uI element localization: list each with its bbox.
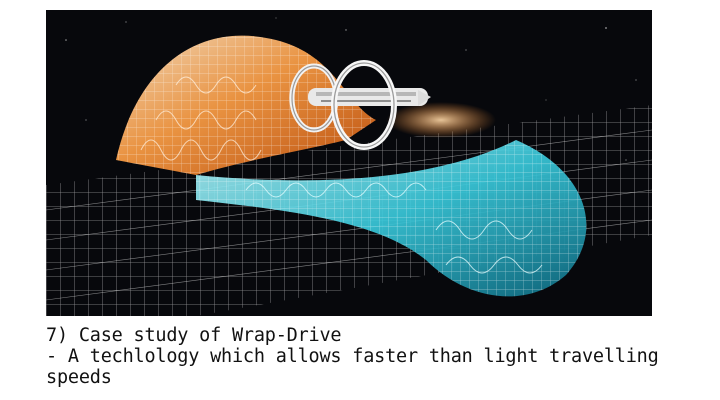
warp-drive-illustration	[46, 10, 652, 316]
warp-drive-svg	[46, 17, 652, 316]
engine-glow	[386, 102, 496, 138]
caption-description-continued: speeds	[46, 367, 112, 388]
slide-caption: 7) Case study of Wrap-Drive - A techlolo…	[46, 325, 706, 388]
caption-description: - A techlology which allows faster than …	[46, 346, 659, 367]
slide: 7) Case study of Wrap-Drive - A techlolo…	[0, 0, 720, 400]
caption-title: 7) Case study of Wrap-Drive	[46, 325, 342, 346]
